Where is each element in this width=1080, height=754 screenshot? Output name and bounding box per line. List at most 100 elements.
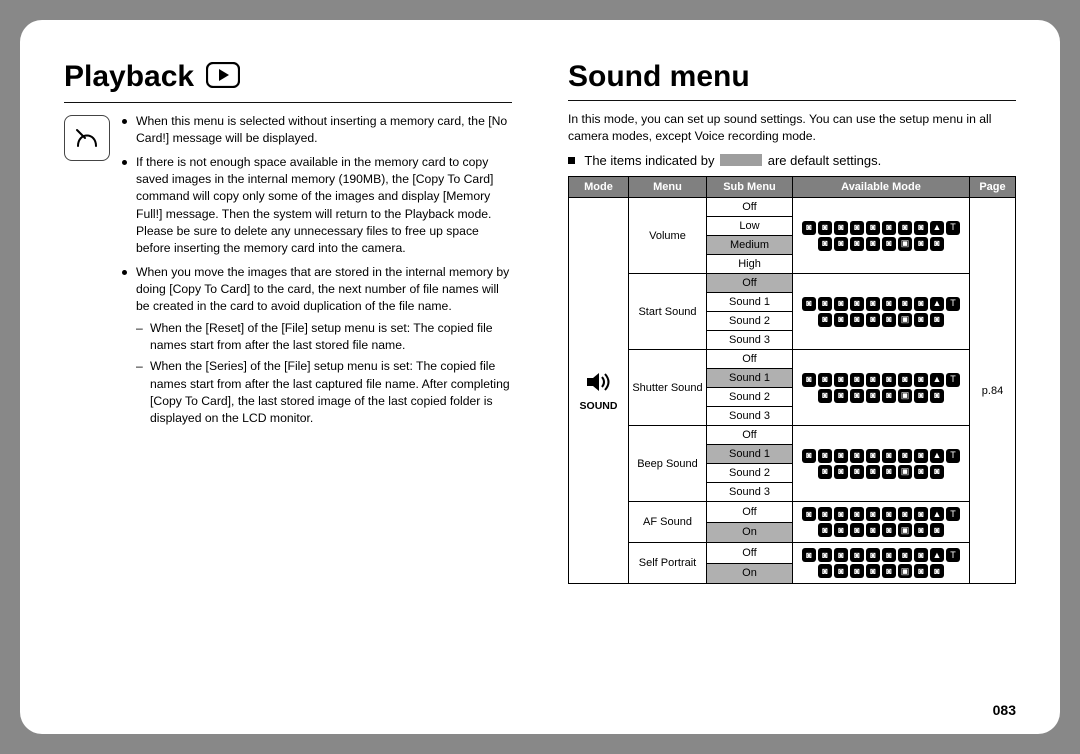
available-mode-icons: ◙◙◙◙◙◙◙◙▲T◙◙◙◙◙▣◙◙ <box>795 295 967 329</box>
default-legend: The items indicated by are default setti… <box>568 153 1016 168</box>
submenu-cell: Medium <box>707 236 793 255</box>
note-icon <box>64 115 110 161</box>
table-row: SOUNDVolumeOff◙◙◙◙◙◙◙◙▲T◙◙◙◙◙▣◙◙p.84 <box>569 198 1016 217</box>
mode-icon: ◙ <box>882 548 896 562</box>
mode-icon: ◙ <box>882 313 896 327</box>
available-mode-icons: ◙◙◙◙◙◙◙◙▲T◙◙◙◙◙▣◙◙ <box>795 447 967 481</box>
mode-icon: ▣ <box>898 237 912 251</box>
available-mode-icons: ◙◙◙◙◙◙◙◙▲T◙◙◙◙◙▣◙◙ <box>795 371 967 405</box>
mode-icon: ◙ <box>802 221 816 235</box>
page-number: 083 <box>993 702 1016 718</box>
mode-icon: T <box>946 373 960 387</box>
menu-cell: Volume <box>629 198 707 274</box>
table-row: Shutter SoundOff◙◙◙◙◙◙◙◙▲T◙◙◙◙◙▣◙◙ <box>569 350 1016 369</box>
mode-icon: ▲ <box>930 548 944 562</box>
mode-icon: ◙ <box>882 221 896 235</box>
submenu-cell: Sound 2 <box>707 312 793 331</box>
mode-icon: ◙ <box>882 449 896 463</box>
mode-cell: SOUND <box>569 198 629 584</box>
mode-icon: ◙ <box>866 221 880 235</box>
submenu-cell: Sound 2 <box>707 464 793 483</box>
note-item: When this menu is selected without inser… <box>122 113 512 148</box>
table-row: AF SoundOff◙◙◙◙◙◙◙◙▲T◙◙◙◙◙▣◙◙ <box>569 502 1016 523</box>
mode-icon: ◙ <box>914 449 928 463</box>
submenu-cell: Off <box>707 198 793 217</box>
mode-icon: ▲ <box>930 373 944 387</box>
available-cell: ◙◙◙◙◙◙◙◙▲T◙◙◙◙◙▣◙◙ <box>793 274 970 350</box>
submenu-cell: Off <box>707 274 793 293</box>
mode-icon: ◙ <box>834 373 848 387</box>
menu-cell: Self Portrait <box>629 543 707 584</box>
menu-cell: Beep Sound <box>629 426 707 502</box>
mode-icon: ◙ <box>898 221 912 235</box>
note-item: When you move the images that are stored… <box>122 264 512 428</box>
submenu-cell: On <box>707 522 793 543</box>
mode-icon: ◙ <box>882 237 896 251</box>
mode-icon: ◙ <box>818 389 832 403</box>
mode-icon: ◙ <box>898 507 912 521</box>
submenu-cell: Sound 3 <box>707 483 793 502</box>
mode-icon: ◙ <box>914 465 928 479</box>
mode-icon: ◙ <box>850 465 864 479</box>
mode-icon: ◙ <box>802 297 816 311</box>
mode-icon: ◙ <box>850 297 864 311</box>
divider <box>64 102 512 103</box>
right-title: Sound menu <box>568 60 1016 94</box>
available-cell: ◙◙◙◙◙◙◙◙▲T◙◙◙◙◙▣◙◙ <box>793 502 970 543</box>
submenu-cell: Low <box>707 217 793 236</box>
mode-icon: ◙ <box>866 465 880 479</box>
table-row: Start SoundOff◙◙◙◙◙◙◙◙▲T◙◙◙◙◙▣◙◙ <box>569 274 1016 293</box>
mode-icon: ◙ <box>818 548 832 562</box>
mode-icon: ◙ <box>850 373 864 387</box>
mode-icon: ◙ <box>914 389 928 403</box>
mode-icon: ◙ <box>834 449 848 463</box>
note-item: If there is not enough space available i… <box>122 154 512 258</box>
submenu-cell: Sound 2 <box>707 388 793 407</box>
mode-icon: ▲ <box>930 297 944 311</box>
menu-cell: Shutter Sound <box>629 350 707 426</box>
mode-icon: ◙ <box>882 389 896 403</box>
mode-icon: ▲ <box>930 507 944 521</box>
mode-icon: ◙ <box>802 449 816 463</box>
mode-icon: ◙ <box>850 523 864 537</box>
mode-icon: T <box>946 297 960 311</box>
submenu-cell: Sound 1 <box>707 369 793 388</box>
left-title-text: Playback <box>64 60 194 93</box>
mode-icon: ◙ <box>818 221 832 235</box>
mode-icon: ◙ <box>882 507 896 521</box>
table-row: Self PortraitOff◙◙◙◙◙◙◙◙▲T◙◙◙◙◙▣◙◙ <box>569 543 1016 564</box>
th-mode: Mode <box>569 177 629 198</box>
mode-icon: ◙ <box>866 297 880 311</box>
available-cell: ◙◙◙◙◙◙◙◙▲T◙◙◙◙◙▣◙◙ <box>793 350 970 426</box>
sound-menu-table: Mode Menu Sub Menu Available Mode Page S… <box>568 176 1016 584</box>
th-available: Available Mode <box>793 177 970 198</box>
mode-icon: ◙ <box>818 507 832 521</box>
mode-icon: ◙ <box>930 523 944 537</box>
mode-icon: ◙ <box>914 313 928 327</box>
mode-icon: ◙ <box>866 507 880 521</box>
right-column: Sound menu In this mode, you can set up … <box>540 20 1060 734</box>
mode-icon: ◙ <box>850 564 864 578</box>
mode-icon: ◙ <box>882 373 896 387</box>
mode-icon: ◙ <box>898 548 912 562</box>
mode-icon: ◙ <box>802 548 816 562</box>
submenu-cell: Off <box>707 350 793 369</box>
mode-icon: ◙ <box>914 548 928 562</box>
subnote-item: When the [Series] of the [File] setup me… <box>136 358 512 427</box>
submenu-cell: Off <box>707 426 793 445</box>
mode-icon: ◙ <box>866 237 880 251</box>
mode-icon: ◙ <box>834 548 848 562</box>
available-cell: ◙◙◙◙◙◙◙◙▲T◙◙◙◙◙▣◙◙ <box>793 426 970 502</box>
mode-icon: ◙ <box>914 221 928 235</box>
mode-icon: ◙ <box>930 313 944 327</box>
mode-icon: ◙ <box>866 523 880 537</box>
mode-icon: ◙ <box>914 507 928 521</box>
mode-icon: ◙ <box>818 465 832 479</box>
legend-pre: The items indicated by <box>584 153 714 168</box>
mode-icon: ◙ <box>850 449 864 463</box>
mode-icon: ◙ <box>802 507 816 521</box>
left-title: Playback <box>64 60 512 96</box>
mode-icon: ◙ <box>866 548 880 562</box>
mode-icon: ◙ <box>834 389 848 403</box>
mode-icon: ◙ <box>914 237 928 251</box>
